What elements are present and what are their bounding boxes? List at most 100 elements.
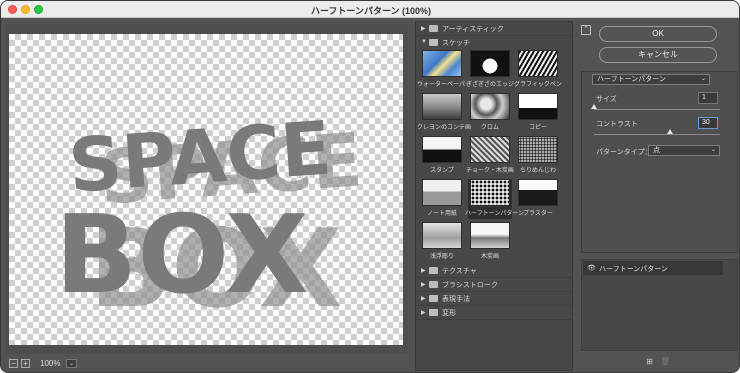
artwork-svg: SPACE BOX SPACE BOX — [55, 106, 365, 332]
filter-thumbnail-label: ウォーターペーパー — [417, 82, 471, 88]
zoom-out-button[interactable]: − — [9, 359, 18, 368]
effect-layers-panel: 👁 ハーフトーンパターン — [581, 259, 738, 351]
filter-thumbnail-label: ノート用紙 — [426, 211, 457, 217]
filter-thumbnail[interactable]: クロム — [468, 93, 512, 133]
category-stylize[interactable]: ▶ 表現手法 — [416, 292, 572, 306]
effect-layer-name: ハーフトーンパターン — [599, 266, 668, 273]
folder-icon — [429, 39, 438, 46]
folder-icon — [429, 295, 438, 302]
filter-thumbnail[interactable]: スタンプ — [420, 136, 464, 176]
effect-layer-row[interactable]: 👁 ハーフトーンパターン — [583, 261, 723, 275]
filter-thumbnail-label: コピー — [528, 125, 547, 131]
filter-thumbnail[interactable]: 木炭画 — [468, 222, 512, 262]
filter-thumbnail-image — [470, 222, 510, 249]
filter-thumbnail[interactable]: ちりめんじわ — [516, 136, 560, 176]
contrast-input[interactable]: 30 — [698, 117, 718, 129]
folder-icon — [429, 309, 438, 316]
filter-thumbnail-image — [422, 50, 462, 77]
filter-thumbnail-label: ちりめんじわ — [519, 168, 556, 174]
folder-icon — [429, 267, 438, 274]
contrast-slider-track[interactable] — [594, 134, 720, 135]
filter-thumbnail[interactable]: コピー — [516, 93, 560, 133]
filter-thumbnail-label: クレヨンのコンテ画 — [417, 125, 472, 131]
filter-thumbnail-image — [422, 93, 462, 120]
zoom-in-button[interactable]: + — [21, 359, 30, 368]
filter-thumbnail-image — [422, 222, 462, 249]
chevron-down-icon: ⌄ — [700, 76, 706, 82]
filter-thumbnail-image — [518, 179, 558, 206]
filter-thumbnail-label: ハーフトーンパターン — [465, 211, 525, 217]
pattern-type-label: パターンタイプ： — [596, 149, 652, 156]
filter-gallery-window: ハーフトーンパターン (100%) SPACE BOX SPACE BOX − … — [0, 0, 740, 373]
expanded-arrow-icon: ▼ — [421, 39, 427, 45]
filter-thumbnail-image — [422, 179, 462, 206]
filter-thumbnail[interactable]: チョーク・木炭画 — [466, 136, 514, 176]
category-label: 表現手法 — [442, 296, 470, 303]
filter-thumbnail[interactable]: クレヨンのコンテ画 — [417, 93, 472, 133]
filter-thumbnail[interactable]: グラフィックペン — [514, 50, 562, 90]
category-label: 変形 — [442, 310, 456, 317]
filter-thumbnail[interactable]: ぎざぎざのエッジ — [465, 50, 514, 90]
category-artistic[interactable]: ▶ アーティスティック — [416, 22, 572, 36]
category-label: スケッチ — [442, 40, 470, 47]
filter-thumbnail-label: プラスター — [523, 211, 553, 217]
collapsed-arrow-icon: ▶ — [421, 26, 426, 32]
folder-icon — [429, 25, 438, 32]
filter-thumbnail-image — [470, 93, 510, 120]
collapsed-arrow-icon: ▶ — [421, 310, 426, 316]
filter-thumbnail-label: 木炭画 — [480, 254, 499, 260]
new-effect-layer-icon[interactable]: ⊞ — [645, 357, 654, 366]
zoom-bar: − + 100% ⌄ — [6, 357, 408, 371]
contrast-label: コントラスト — [596, 121, 638, 128]
window-title: ハーフトーンパターン (100%) — [310, 6, 432, 16]
filter-thumbnail-label: 浅浮彫り — [429, 254, 454, 260]
category-label: アーティスティック — [442, 26, 504, 33]
visibility-eye-icon[interactable]: 👁 — [587, 264, 596, 272]
chevron-down-icon: ⌄ — [710, 147, 716, 153]
preview-canvas[interactable]: SPACE BOX SPACE BOX — [9, 34, 403, 345]
filter-select[interactable]: ハーフトーンパターン ⌄ — [592, 74, 710, 85]
filter-thumbnail[interactable]: ノート用紙 — [420, 179, 464, 219]
filter-thumbnail-label: クロム — [480, 125, 499, 131]
category-brush-strokes[interactable]: ▶ ブラシストローク — [416, 278, 572, 292]
filter-thumbnail[interactable]: ウォーターペーパー — [417, 50, 471, 90]
contrast-slider-handle[interactable] — [666, 129, 673, 134]
filter-thumbnail-image — [470, 179, 510, 206]
artwork-line-box: BOX — [55, 193, 309, 318]
size-slider-handle[interactable] — [591, 104, 597, 109]
filter-thumbnail-image — [470, 50, 510, 77]
category-label: テクスチャ — [442, 268, 477, 275]
category-texture[interactable]: ▶ テクスチャ — [416, 264, 572, 278]
category-distort[interactable]: ▶ 変形 — [416, 306, 572, 320]
filter-settings-panel: ハーフトーンパターン ⌄ サイズ 1 コントラスト 30 パターンタイプ： 点 … — [581, 71, 738, 253]
category-sketch[interactable]: ▼ スケッチ — [416, 36, 572, 50]
collapsed-arrow-icon: ▶ — [421, 268, 426, 274]
pattern-type-value: 点 — [653, 147, 660, 154]
collapse-gallery-button[interactable]: ⌃ — [581, 25, 591, 35]
ok-button[interactable]: OK — [599, 26, 717, 42]
collapsed-arrow-icon: ▶ — [421, 296, 426, 302]
filter-thumbnail-image — [518, 93, 558, 120]
filter-thumbnail-image — [518, 136, 558, 163]
size-label: サイズ — [596, 96, 617, 103]
filter-thumbnail-image — [422, 136, 462, 163]
size-slider-track[interactable] — [594, 109, 720, 110]
filter-thumbnail-image — [518, 50, 558, 77]
zoom-value: 100% — [40, 359, 61, 368]
size-input[interactable]: 1 — [698, 92, 718, 104]
cancel-button[interactable]: キャンセル — [599, 47, 717, 63]
filter-select-value: ハーフトーンパターン — [597, 76, 666, 83]
collapsed-arrow-icon: ▶ — [421, 282, 426, 288]
filter-thumbnail-label: ぎざぎざのエッジ — [465, 82, 514, 88]
filter-thumbnail-image — [470, 136, 510, 163]
filter-thumbnail[interactable]: 浅浮彫り — [420, 222, 464, 262]
delete-effect-layer-icon[interactable]: 🗑 — [660, 357, 670, 366]
filter-thumbnail[interactable]: プラスター — [516, 179, 560, 219]
filter-thumbnail-label: スタンプ — [430, 168, 454, 174]
filter-thumbnail[interactable]: ハーフトーンパターン — [465, 179, 525, 219]
pattern-type-select[interactable]: 点 ⌄ — [648, 145, 720, 156]
zoom-dropdown[interactable]: ⌄ — [66, 359, 77, 368]
filter-gallery: ▶ アーティスティック ▼ スケッチ ウォーターペーパー ぎざぎざのエッジ グラフィ… — [415, 21, 573, 371]
preview-area[interactable]: SPACE BOX SPACE BOX — [6, 24, 408, 354]
title-bar: ハーフトーンパターン (100%) — [1, 1, 739, 18]
